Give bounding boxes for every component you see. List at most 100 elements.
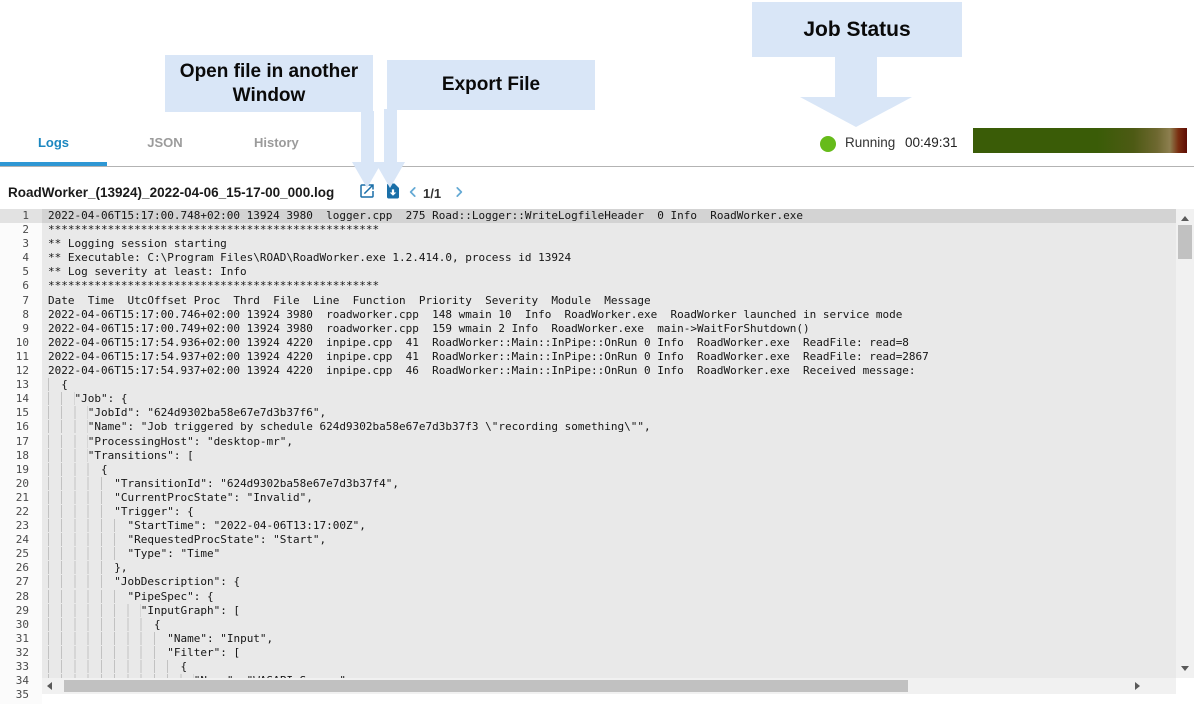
log-line[interactable]: 2022-04-06T15:17:00.746+02:00 13924 3980… xyxy=(42,308,1176,322)
log-line[interactable]: "Job": { xyxy=(42,392,1176,406)
log-line[interactable]: ****************************************… xyxy=(42,279,1176,293)
log-viewer: 1234567891011121314151617181920212223242… xyxy=(0,209,1194,704)
log-line[interactable]: 2022-04-06T15:17:00.748+02:00 13924 3980… xyxy=(42,209,1176,223)
log-line[interactable]: "StartTime": "2022-04-06T13:17:00Z", xyxy=(42,519,1176,533)
log-line[interactable]: "Trigger": { xyxy=(42,505,1176,519)
log-line[interactable]: "Type": "Time" xyxy=(42,547,1176,561)
callout-arrow-job-status xyxy=(835,56,877,97)
active-tab-indicator xyxy=(0,162,107,166)
line-number: 12 xyxy=(0,364,42,378)
line-number: 14 xyxy=(0,392,42,406)
log-line[interactable]: 2022-04-06T15:17:00.749+02:00 13924 3980… xyxy=(42,322,1176,336)
line-number: 1 xyxy=(0,209,42,223)
log-line[interactable]: ** Executable: C:\Program Files\ROAD\Roa… xyxy=(42,251,1176,265)
page-indicator: 1/1 xyxy=(423,186,441,201)
line-number-gutter: 1234567891011121314151617181920212223242… xyxy=(0,209,42,704)
scroll-left-arrow-icon[interactable] xyxy=(47,682,52,690)
log-line[interactable]: 2022-04-06T15:17:54.936+02:00 13924 4220… xyxy=(42,336,1176,350)
line-number: 28 xyxy=(0,590,42,604)
log-line[interactable]: Date Time UtcOffset Proc Thrd File Line … xyxy=(42,294,1176,308)
log-line[interactable]: { xyxy=(42,660,1176,674)
log-file-name: RoadWorker_(13924)_2022-04-06_15-17-00_0… xyxy=(8,185,334,200)
tab-json[interactable]: JSON xyxy=(111,128,218,158)
tab-history[interactable]: History xyxy=(223,128,330,158)
log-line[interactable]: ****************************************… xyxy=(42,223,1176,237)
line-number: 34 xyxy=(0,674,42,688)
line-number: 23 xyxy=(0,519,42,533)
line-number: 21 xyxy=(0,491,42,505)
log-line[interactable]: "InputGraph": [ xyxy=(42,604,1176,618)
vertical-scrollbar-thumb[interactable] xyxy=(1178,225,1192,259)
chevron-right-icon[interactable] xyxy=(452,185,466,199)
line-number: 30 xyxy=(0,618,42,632)
log-line[interactable]: ** Log severity at least: Info xyxy=(42,265,1176,279)
callout-job-status: Job Status xyxy=(752,2,962,57)
line-number: 4 xyxy=(0,251,42,265)
line-number: 20 xyxy=(0,477,42,491)
line-number: 29 xyxy=(0,604,42,618)
log-line[interactable]: { xyxy=(42,378,1176,392)
tab-bar-divider xyxy=(0,166,1194,167)
callout-arrowhead-export-file xyxy=(375,162,405,188)
job-elapsed-time: 00:49:31 xyxy=(905,135,958,150)
scroll-up-arrow-icon[interactable] xyxy=(1181,216,1189,221)
log-line[interactable]: { xyxy=(42,618,1176,632)
log-line[interactable]: "PipeSpec": { xyxy=(42,590,1176,604)
log-line[interactable]: 2022-04-06T15:17:54.937+02:00 13924 4220… xyxy=(42,350,1176,364)
log-line[interactable]: "JobDescription": { xyxy=(42,575,1176,589)
log-line[interactable]: "CurrentProcState": "Invalid", xyxy=(42,491,1176,505)
line-number: 18 xyxy=(0,449,42,463)
log-line[interactable]: "RequestedProcState": "Start", xyxy=(42,533,1176,547)
line-number: 7 xyxy=(0,294,42,308)
log-line[interactable]: "Name": "Input", xyxy=(42,632,1176,646)
log-line[interactable]: "TransitionId": "624d9302ba58e67e7d3b37f… xyxy=(42,477,1176,491)
callout-arrowhead-job-status xyxy=(800,97,912,127)
line-number: 31 xyxy=(0,632,42,646)
line-number: 6 xyxy=(0,279,42,293)
line-number: 22 xyxy=(0,505,42,519)
log-lines: 2022-04-06T15:17:00.748+02:00 13924 3980… xyxy=(42,209,1176,694)
line-number: 8 xyxy=(0,308,42,322)
tab-logs[interactable]: Logs xyxy=(0,128,107,158)
line-number: 3 xyxy=(0,237,42,251)
line-number: 11 xyxy=(0,350,42,364)
log-viewer-page: Open file in another Window Export File … xyxy=(0,0,1194,704)
line-number: 2 xyxy=(0,223,42,237)
line-number: 25 xyxy=(0,547,42,561)
line-number: 35 xyxy=(0,688,42,702)
line-number: 16 xyxy=(0,420,42,434)
line-number: 17 xyxy=(0,435,42,449)
status-dot-icon xyxy=(820,136,836,152)
line-number: 10 xyxy=(0,336,42,350)
line-number: 33 xyxy=(0,660,42,674)
log-line[interactable]: }, xyxy=(42,561,1176,575)
chevron-left-icon[interactable] xyxy=(406,185,420,199)
log-line[interactable]: ** Logging session starting xyxy=(42,237,1176,251)
line-number: 15 xyxy=(0,406,42,420)
callout-arrow-open-file xyxy=(361,111,374,162)
horizontal-scrollbar-thumb[interactable] xyxy=(64,680,908,692)
scroll-down-arrow-icon[interactable] xyxy=(1181,666,1189,671)
log-line[interactable]: "Name": "Job triggered by schedule 624d9… xyxy=(42,420,1176,434)
log-line[interactable]: { xyxy=(42,463,1176,477)
line-number: 5 xyxy=(0,265,42,279)
callout-export-file: Export File xyxy=(387,60,595,110)
job-progress-bar xyxy=(973,128,1187,153)
line-number: 27 xyxy=(0,575,42,589)
job-status-text: Running xyxy=(845,135,895,150)
horizontal-scrollbar[interactable] xyxy=(42,678,1176,694)
line-number: 24 xyxy=(0,533,42,547)
callout-arrow-export-file xyxy=(384,109,397,162)
log-line[interactable]: "Filter": [ xyxy=(42,646,1176,660)
scroll-right-arrow-icon[interactable] xyxy=(1135,682,1140,690)
line-number: 19 xyxy=(0,463,42,477)
vertical-scrollbar[interactable] xyxy=(1176,209,1194,678)
log-line[interactable]: "ProcessingHost": "desktop-mr", xyxy=(42,435,1176,449)
line-number: 32 xyxy=(0,646,42,660)
line-number: 13 xyxy=(0,378,42,392)
log-line[interactable]: 2022-04-06T15:17:54.937+02:00 13924 4220… xyxy=(42,364,1176,378)
callout-open-file: Open file in another Window xyxy=(165,55,373,112)
line-number: 9 xyxy=(0,322,42,336)
log-line[interactable]: "Transitions": [ xyxy=(42,449,1176,463)
log-line[interactable]: "JobId": "624d9302ba58e67e7d3b37f6", xyxy=(42,406,1176,420)
